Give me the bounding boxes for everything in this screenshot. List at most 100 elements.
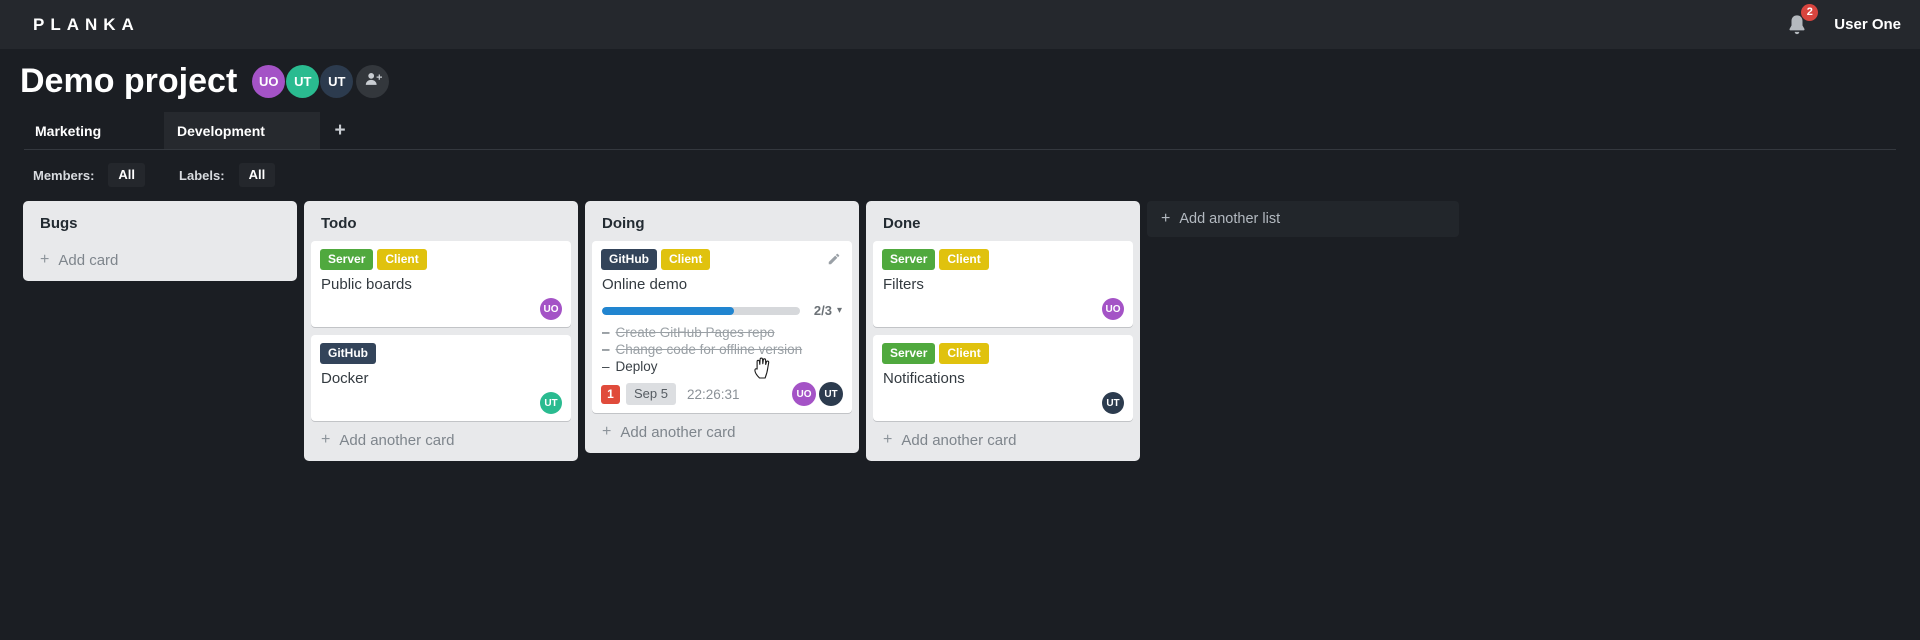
avatar[interactable]: UT	[286, 65, 320, 98]
label-github: GitHub	[601, 249, 657, 270]
avatar: UT	[819, 382, 843, 406]
board-filters: Members: All Labels: All	[33, 163, 1920, 187]
project-members: UO UT UT	[252, 65, 390, 98]
card-title: Online demo	[602, 276, 688, 293]
plus-icon: +	[334, 119, 346, 141]
members-filter-value[interactable]: All	[108, 163, 146, 187]
app-logo[interactable]: PLANKA	[33, 15, 140, 35]
task-item: – Create GitHub Pages repo	[602, 325, 843, 342]
label-client: Client	[377, 249, 427, 270]
topbar-right: 2 User One	[1786, 3, 1901, 37]
list-title[interactable]: Done	[873, 206, 1133, 241]
label-server: Server	[320, 249, 374, 270]
labels-filter-value[interactable]: All	[238, 163, 276, 187]
list-title[interactable]: Bugs	[30, 206, 290, 241]
card-labels: Server Client	[320, 249, 562, 270]
tab-marketing[interactable]: Marketing	[24, 112, 164, 149]
card-members: UO	[320, 298, 562, 320]
stopwatch-value: 22:26:31	[686, 386, 740, 402]
labels-filter-label: Labels:	[179, 167, 225, 183]
task-text: Change code for offline version	[615, 342, 803, 357]
avatar: UO	[540, 298, 562, 320]
task-item: – Change code for offline version	[602, 342, 843, 359]
dash-icon: –	[602, 359, 610, 374]
add-card-button[interactable]: + Add another card	[311, 421, 571, 454]
task-text: Deploy	[615, 359, 658, 374]
avatar: UO	[1102, 298, 1124, 320]
task-text: Create GitHub Pages repo	[615, 325, 775, 340]
card-members: UT	[882, 392, 1124, 414]
card-labels: GitHub	[320, 343, 562, 364]
dash-icon: –	[602, 325, 610, 340]
members-filter-label: Members:	[33, 167, 95, 183]
card-title: Docker	[321, 370, 369, 387]
card-public-boards[interactable]: Server Client Public boards UO	[311, 241, 571, 327]
card-title: Filters	[883, 276, 924, 293]
progress-bar	[602, 306, 800, 315]
user-menu[interactable]: User One	[1834, 16, 1901, 33]
card-labels: Server Client	[882, 343, 1124, 364]
project-title[interactable]: Demo project	[20, 61, 237, 102]
dash-icon: –	[602, 342, 610, 357]
label-client: Client	[939, 343, 989, 364]
plus-icon: +	[40, 251, 50, 268]
plus-icon: +	[321, 431, 331, 448]
tab-development[interactable]: Development	[164, 112, 320, 149]
add-card-button[interactable]: + Add another card	[873, 421, 1133, 454]
card-members: UO UT	[792, 382, 843, 406]
add-card-label: Add another card	[339, 431, 455, 449]
add-card-label: Add another card	[901, 431, 1017, 449]
task-item: – Deploy	[602, 359, 843, 376]
card-title: Notifications	[883, 370, 965, 387]
label-server: Server	[882, 249, 936, 270]
label-github: GitHub	[320, 343, 376, 364]
card-members: UT	[320, 392, 562, 414]
plus-icon: +	[883, 431, 893, 448]
tasks-progress-toggle[interactable]: 2/3 ▾	[602, 303, 842, 318]
avatar: UO	[792, 382, 816, 406]
add-member-button[interactable]	[356, 65, 390, 98]
add-board-button[interactable]: +	[320, 112, 360, 149]
card-title: Public boards	[321, 276, 412, 293]
list-todo: Todo Server Client Public boards UO GitH…	[304, 201, 578, 461]
card-footer: 1 Sep 5 22:26:31 UO UT	[601, 382, 843, 406]
add-list-button[interactable]: + Add another list	[1147, 201, 1459, 237]
avatar[interactable]: UO	[252, 65, 286, 98]
top-bar: PLANKA 2 User One	[0, 0, 1920, 49]
pencil-icon	[827, 253, 841, 270]
list-doing: Doing GitHub Client Online demo 2/3 ▾ – …	[585, 201, 859, 453]
notifications-button[interactable]: 2	[1786, 3, 1819, 37]
card-online-demo[interactable]: GitHub Client Online demo 2/3 ▾ – Create…	[592, 241, 852, 413]
edit-card-button[interactable]	[827, 252, 841, 271]
board-tabs-bar: Marketing Development +	[24, 112, 1896, 150]
list-title[interactable]: Todo	[311, 206, 571, 241]
add-card-button[interactable]: + Add card	[30, 241, 290, 274]
card-filters[interactable]: Server Client Filters UO	[873, 241, 1133, 327]
card-labels: Server Client	[882, 249, 1124, 270]
card-notification-badge: 1	[601, 384, 620, 404]
avatar: UT	[540, 392, 562, 414]
add-card-label: Add another card	[620, 423, 736, 441]
card-notifications[interactable]: Server Client Notifications UT	[873, 335, 1133, 421]
plus-icon: +	[1161, 210, 1171, 227]
notification-badge: 2	[1801, 3, 1819, 21]
list-title[interactable]: Doing	[592, 206, 852, 241]
label-client: Client	[661, 249, 711, 270]
chevron-down-icon: ▾	[836, 305, 842, 316]
project-header: Demo project UO UT UT	[0, 49, 1920, 102]
progress-fill	[602, 306, 734, 315]
task-list: – Create GitHub Pages repo – Change code…	[602, 325, 843, 376]
card-labels: GitHub Client	[601, 249, 843, 270]
add-card-button[interactable]: + Add another card	[592, 413, 852, 446]
person-add-icon	[364, 71, 382, 92]
add-list-label: Add another list	[1179, 211, 1281, 227]
card-docker[interactable]: GitHub Docker UT	[311, 335, 571, 421]
card-members: UO	[882, 298, 1124, 320]
add-card-label: Add card	[58, 251, 119, 269]
avatar[interactable]: UT	[320, 65, 354, 98]
label-server: Server	[882, 343, 936, 364]
list-bugs: Bugs + Add card	[23, 201, 297, 281]
avatar: UT	[1102, 392, 1124, 414]
label-client: Client	[939, 249, 989, 270]
plus-icon: +	[602, 423, 612, 440]
